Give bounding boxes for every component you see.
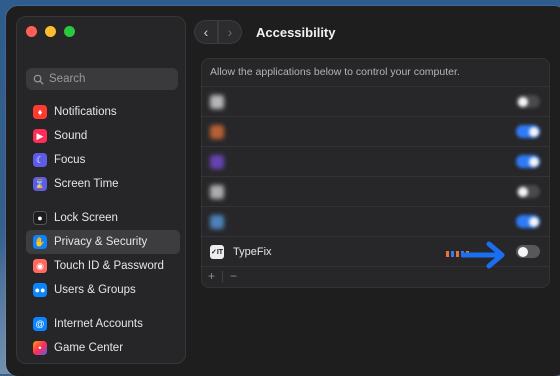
app-toggle[interactable] <box>516 185 540 198</box>
speaker-icon: ▶ <box>33 129 47 143</box>
annotation-dash <box>451 251 454 257</box>
app-name: TypeFix <box>233 245 272 258</box>
bell-icon: ♦ <box>33 105 47 119</box>
sidebar-item-users-groups[interactable]: ●● Users & Groups <box>26 278 180 302</box>
annotation-dash <box>456 251 459 257</box>
moon-icon: ☾ <box>33 153 47 167</box>
page-title: Accessibility <box>256 24 336 40</box>
hand-icon: ✋ <box>33 235 47 249</box>
app-icon <box>210 124 224 139</box>
toggle-knob <box>517 96 528 107</box>
sidebar-item-label: Game Center <box>54 342 124 354</box>
sidebar-item-label: Notifications <box>54 106 117 118</box>
sidebar-item-label: Users & Groups <box>54 284 136 296</box>
sidebar-item-privacy-security[interactable]: ✋ Privacy & Security <box>26 230 180 254</box>
hourglass-icon: ⌛ <box>33 177 47 191</box>
sidebar-item-label: Sound <box>54 130 88 142</box>
sidebar-item-notifications[interactable]: ♦ Notifications <box>26 100 180 124</box>
app-row <box>201 116 550 146</box>
sidebar-item-label: Touch ID & Password <box>54 260 164 272</box>
forward-button[interactable]: › <box>218 20 242 44</box>
add-app-button[interactable]: + <box>201 269 222 283</box>
app-icon <box>210 184 224 199</box>
app-toggle[interactable] <box>516 155 540 168</box>
annotation-arrow-icon <box>461 241 505 269</box>
panel-description: Allow the applications below to control … <box>210 66 460 78</box>
remove-app-button[interactable]: − <box>223 269 244 283</box>
sidebar-item-label: Internet Accounts <box>54 318 143 330</box>
app-row <box>201 206 550 236</box>
sidebar-item-label: Privacy & Security <box>54 236 148 248</box>
sidebar-item-label: Lock Screen <box>54 212 118 224</box>
app-icon <box>210 214 224 229</box>
at-icon: @ <box>33 317 47 331</box>
toggle-knob <box>517 246 528 257</box>
app-row <box>201 86 550 116</box>
window-controls <box>26 26 75 37</box>
sidebar-item-touch-id[interactable]: ◉ Touch ID & Password <box>26 254 180 278</box>
sidebar-item-icloud[interactable]: ☁ iCloud <box>26 360 180 364</box>
sidebar-list: ♦ Notifications ▶ Sound ☾ Focus ⌛ Screen… <box>26 100 180 364</box>
system-settings-window: Search ♦ Notifications ▶ Sound ☾ Focus ⌛… <box>6 6 560 376</box>
search-icon <box>33 74 44 84</box>
sidebar-item-label: Focus <box>54 154 86 166</box>
sidebar-item-focus[interactable]: ☾ Focus <box>26 148 180 172</box>
toggle-knob <box>528 126 539 137</box>
users-icon: ●● <box>33 283 47 297</box>
sidebar: Search ♦ Notifications ▶ Sound ☾ Focus ⌛… <box>16 16 186 364</box>
app-toggle[interactable] <box>516 215 540 228</box>
game-center-icon: • <box>33 341 47 355</box>
fingerprint-icon: ◉ <box>33 259 47 273</box>
typefix-toggle[interactable] <box>516 245 540 258</box>
annotation-dash <box>446 251 449 257</box>
app-row <box>201 146 550 176</box>
lock-icon: ● <box>33 211 47 225</box>
chevron-left-icon: ‹ <box>203 24 209 40</box>
app-toggle[interactable] <box>516 125 540 138</box>
zoom-button[interactable] <box>64 26 75 37</box>
app-icon <box>210 94 224 109</box>
toggle-knob <box>528 156 539 167</box>
toggle-knob <box>528 216 539 227</box>
sidebar-item-internet-accounts[interactable]: @ Internet Accounts <box>26 312 180 336</box>
app-row <box>201 176 550 206</box>
app-toggle[interactable] <box>516 95 540 108</box>
app-icon <box>210 154 224 169</box>
sidebar-item-lock-screen[interactable]: ● Lock Screen <box>26 206 180 230</box>
search-field[interactable]: Search <box>26 68 178 90</box>
search-placeholder: Search <box>49 73 86 85</box>
sidebar-item-label: Screen Time <box>54 178 119 190</box>
sidebar-item-game-center[interactable]: • Game Center <box>26 336 180 360</box>
chevron-right-icon: › <box>227 24 233 40</box>
sidebar-item-sound[interactable]: ▶ Sound <box>26 124 180 148</box>
typefix-app-icon: ✓IT <box>210 244 224 259</box>
toolbar: ‹ › Accessibility <box>194 20 336 44</box>
app-list: ✓IT TypeFix <box>201 86 550 266</box>
toggle-knob <box>517 186 528 197</box>
minimize-button[interactable] <box>45 26 56 37</box>
sidebar-item-screen-time[interactable]: ⌛ Screen Time <box>26 172 180 196</box>
back-button[interactable]: ‹ <box>194 20 218 44</box>
close-button[interactable] <box>26 26 37 37</box>
